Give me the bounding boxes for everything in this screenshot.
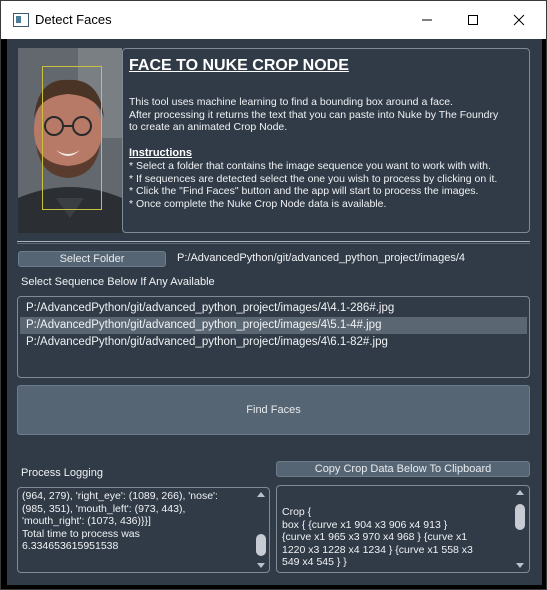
log-scrollbar[interactable] — [255, 492, 267, 568]
crop-scrollbar[interactable] — [514, 490, 526, 568]
minimize-button[interactable] — [404, 1, 450, 39]
info-panel: FACE TO NUKE CROP NODE This tool uses ma… — [122, 48, 530, 233]
app-window-icon — [13, 13, 29, 27]
window-title: Detect Faces — [35, 12, 112, 27]
sequence-list-item[interactable]: P:/AdvancedPython/git/advanced_python_pr… — [20, 334, 527, 351]
instruction-item: * Click the "Find Faces" button and the … — [129, 185, 479, 197]
sequence-list-label: Select Sequence Below If Any Available — [21, 276, 215, 288]
folder-path-label: P:/AdvancedPython/git/advanced_python_pr… — [177, 252, 466, 264]
sequence-list-item-selected[interactable]: P:/AdvancedPython/git/advanced_python_pr… — [20, 317, 527, 334]
process-log-text: (964, 279), 'right_eye': (1089, 266), 'n… — [22, 490, 218, 552]
minimize-icon — [422, 19, 432, 21]
scroll-up-icon[interactable] — [257, 492, 265, 497]
scroll-down-icon[interactable] — [516, 563, 524, 568]
main-panel: FACE TO NUKE CROP NODE This tool uses ma… — [7, 39, 542, 585]
close-button[interactable] — [496, 1, 542, 39]
instruction-item: * Once complete the Nuke Crop Node data … — [129, 197, 387, 210]
sequence-list-item[interactable]: P:/AdvancedPython/git/advanced_python_pr… — [20, 300, 527, 317]
find-faces-button[interactable]: Find Faces — [17, 385, 530, 435]
process-log-textbox[interactable]: (964, 279), 'right_eye': (1089, 266), 'n… — [17, 487, 270, 573]
instruction-item: * Select a folder that contains the imag… — [129, 160, 491, 172]
copy-crop-data-button[interactable]: Copy Crop Data Below To Clipboard — [276, 461, 530, 477]
scroll-up-icon[interactable] — [516, 490, 524, 495]
maximize-button[interactable] — [450, 1, 496, 39]
crop-data-text: Crop { box { {curve x1 904 x3 906 x4 913… — [282, 506, 473, 568]
face-bounding-box — [42, 66, 102, 210]
sequence-list[interactable]: P:/AdvancedPython/git/advanced_python_pr… — [17, 296, 530, 378]
title-bar[interactable]: Detect Faces — [1, 1, 546, 39]
instructions-list: * Select a folder that contains the imag… — [129, 160, 529, 210]
detect-faces-window: Detect Faces FACE TO NUKE CROP NODE This… — [0, 0, 547, 590]
info-description: This tool uses machine learning to find … — [129, 96, 499, 133]
section-divider — [17, 241, 530, 244]
info-title: FACE TO NUKE CROP NODE — [129, 57, 349, 74]
crop-data-textbox[interactable]: Crop { box { {curve x1 904 x3 906 x4 913… — [276, 485, 530, 573]
process-logging-label: Process Logging — [21, 467, 103, 479]
scroll-down-icon[interactable] — [257, 563, 265, 568]
maximize-icon — [468, 15, 478, 25]
close-icon — [513, 14, 525, 26]
crop-scroll-thumb[interactable] — [515, 504, 525, 530]
log-scroll-thumb[interactable] — [256, 534, 266, 556]
select-folder-button[interactable]: Select Folder — [18, 251, 166, 267]
face-preview-image — [18, 48, 122, 233]
instructions-heading: Instructions — [129, 147, 192, 159]
instruction-item: * If sequences are detected select the o… — [129, 172, 498, 185]
